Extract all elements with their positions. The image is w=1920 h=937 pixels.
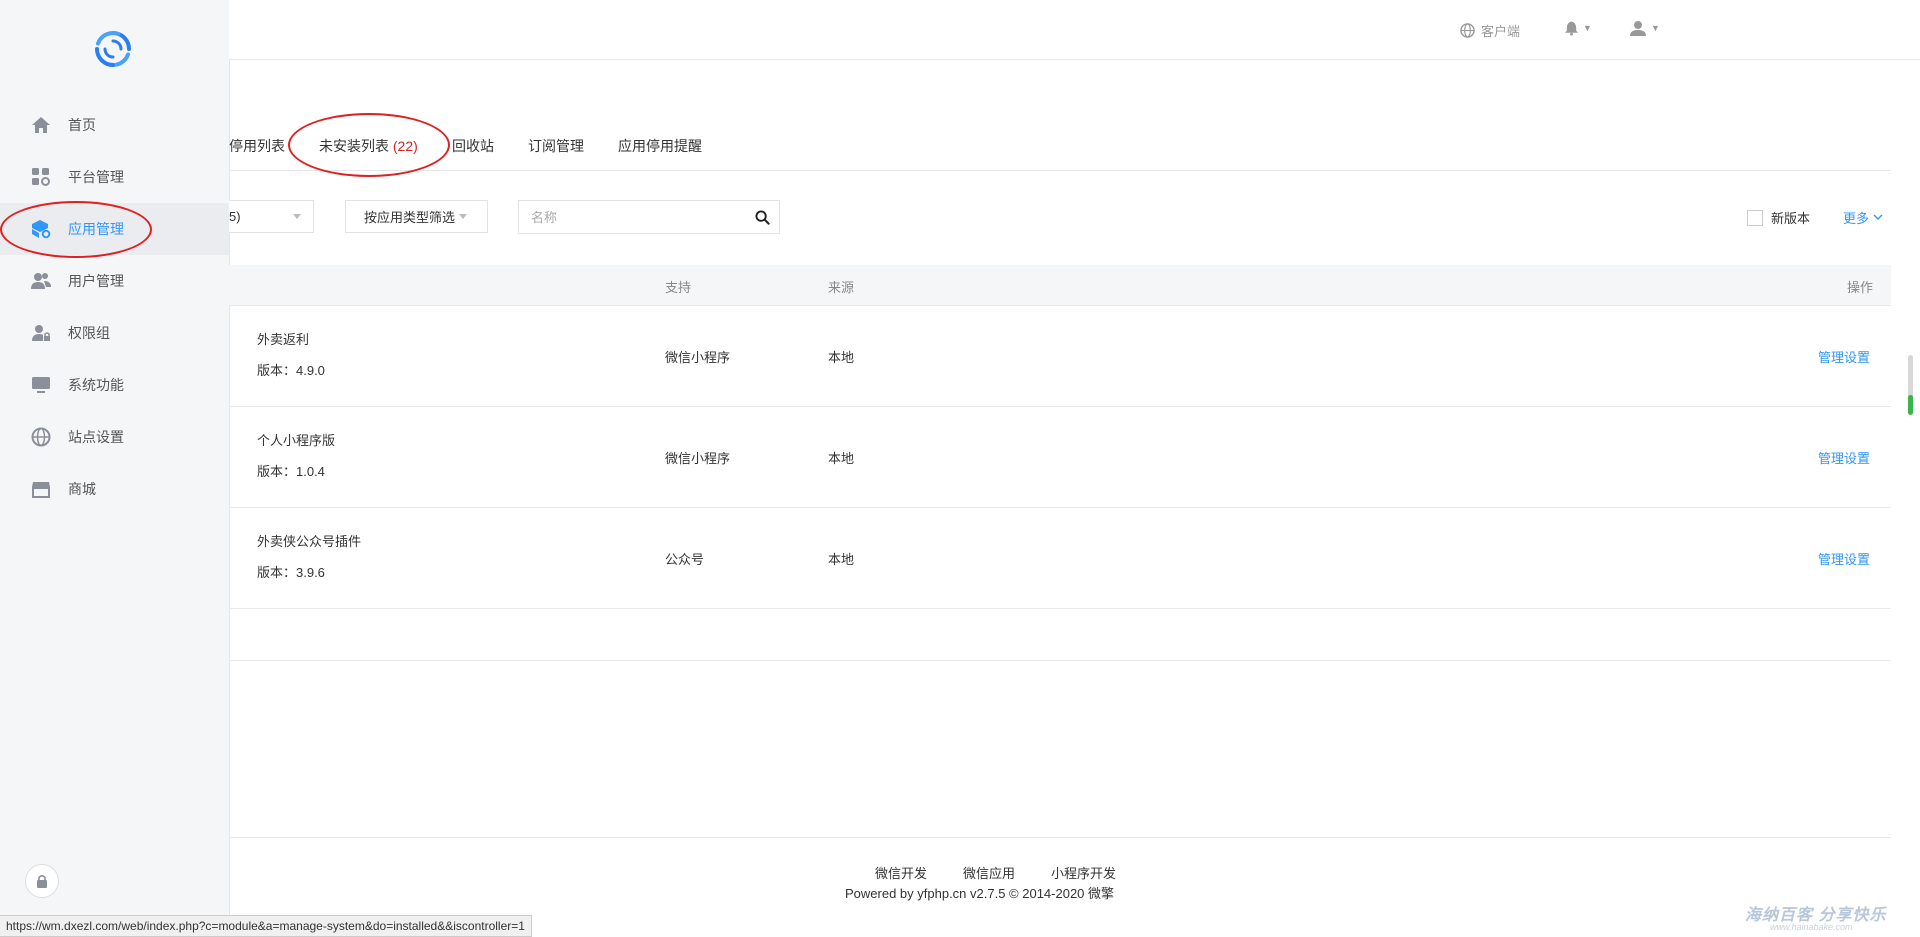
client-link[interactable]: 客户端	[1460, 20, 1520, 40]
top-bar	[229, 0, 1920, 60]
chevron-down-icon	[1873, 214, 1883, 220]
cube-settings-icon	[30, 218, 52, 240]
footer-link-wechat-apps[interactable]: 微信应用	[963, 863, 1015, 882]
table-header: 支持 来源 操作	[229, 265, 1891, 306]
notifications-button[interactable]: ▼	[1564, 20, 1592, 36]
sidebar-item-label: 应用管理	[68, 221, 124, 237]
monitor-icon	[30, 374, 52, 396]
page-scrollbar-thumb[interactable]	[1908, 395, 1913, 415]
sidebar-item-site-settings[interactable]: 站点设置	[0, 411, 229, 463]
module-source: 本地	[828, 350, 855, 365]
sidebar-item-system[interactable]: 系统功能	[0, 359, 229, 411]
uninstalled-count-badge: (22)	[392, 138, 418, 154]
user-menu-button[interactable]: ▼	[1629, 19, 1660, 37]
sidebar-item-label: 商城	[68, 481, 96, 497]
search-icon[interactable]	[745, 201, 779, 233]
sidebar-item-label: 首页	[68, 117, 96, 133]
sidebar-item-label: 用户管理	[68, 273, 124, 289]
avatar-icon	[1630, 21, 1646, 36]
tab-subscription-management[interactable]: 订阅管理	[528, 136, 584, 156]
new-version-label: 新版本	[1771, 211, 1811, 226]
tab-stop-alert[interactable]: 应用停用提醒	[618, 136, 702, 156]
caret-down-icon	[459, 214, 468, 219]
table-row: 外卖返利 版本：4.9.0 微信小程序 本地 管理设置	[229, 306, 1891, 407]
more-link[interactable]: 更多	[1843, 208, 1883, 227]
module-name: 外卖返利	[257, 332, 310, 347]
table-row: 个人小程序版 版本：1.0.4 微信小程序 本地 管理设置	[229, 407, 1891, 508]
search-box	[518, 200, 780, 234]
type-filter-label: 按应用类型筛选	[364, 210, 456, 225]
module-source: 本地	[828, 451, 855, 466]
module-name: 个人小程序版	[257, 433, 336, 448]
sidebar-item-store[interactable]: 商城	[0, 463, 229, 515]
module-tabs: 停用列表 未安装列表 (22) 回收站 订阅管理 应用停用提醒	[229, 124, 1891, 171]
sidebar-item-home[interactable]: 首页	[0, 99, 229, 151]
sidebar-item-label: 系统功能	[68, 377, 124, 393]
sidebar-item-users[interactable]: 用户管理	[0, 255, 229, 307]
tab-uninstalled-list[interactable]: 未安装列表 (22)	[319, 136, 418, 156]
module-name: 外卖侠公众号插件	[257, 534, 362, 549]
status-filter-value: 5)	[229, 209, 241, 224]
sidebar-menu: 首页 平台管理 应用管理 用户管理 权限组 系统功能 站点设置 商城	[0, 99, 229, 515]
module-version: 版本：1.0.4	[257, 464, 325, 479]
table-row: 外卖侠公众号插件 版本：3.9.6 公众号 本地 管理设置	[229, 508, 1891, 609]
module-support: 微信小程序	[665, 350, 731, 365]
module-source: 本地	[828, 552, 855, 567]
caret-down-icon	[293, 214, 301, 219]
more-label: 更多	[1843, 211, 1870, 226]
client-label: 客户端	[1481, 23, 1521, 39]
sidebar-item-label: 权限组	[68, 325, 110, 341]
column-header-support: 支持	[665, 280, 692, 295]
column-header-action: 操作	[1847, 280, 1874, 295]
footer-link-miniprogram-dev[interactable]: 小程序开发	[1051, 863, 1116, 882]
grid-settings-icon	[30, 166, 52, 188]
tab-stopped-list[interactable]: 停用列表	[229, 136, 285, 156]
browser-status-url: https://wm.dxezl.com/web/index.php?c=mod…	[0, 915, 532, 937]
footer-powered-by: Powered by yfphp.cn v2.7.5 © 2014-2020 微…	[845, 886, 1115, 901]
users-icon	[30, 270, 52, 292]
app-logo[interactable]	[93, 29, 133, 69]
sidebar-item-label: 平台管理	[68, 169, 124, 185]
tab-recycle-bin[interactable]: 回收站	[452, 136, 494, 156]
footer-divider	[229, 837, 1891, 838]
status-filter-select[interactable]: 5)	[229, 200, 314, 233]
sidebar: 首页 平台管理 应用管理 用户管理 权限组 系统功能 站点设置 商城	[0, 0, 230, 937]
manage-settings-link[interactable]: 管理设置	[1818, 549, 1870, 568]
module-version: 版本：4.9.0	[257, 363, 325, 378]
sidebar-item-permissions[interactable]: 权限组	[0, 307, 229, 359]
footer-link-wechat-dev[interactable]: 微信开发	[875, 863, 927, 882]
module-version: 版本：3.9.6	[257, 565, 325, 580]
lock-button[interactable]	[25, 864, 59, 898]
manage-settings-link[interactable]: 管理设置	[1818, 448, 1870, 467]
lock-icon	[37, 874, 47, 888]
chevron-down-icon: ▼	[1583, 23, 1592, 33]
bell-icon	[1564, 21, 1579, 36]
footer-links: 微信开发 微信应用 小程序开发	[875, 863, 1116, 882]
type-filter-select[interactable]: 按应用类型筛选	[345, 200, 488, 233]
module-support: 公众号	[665, 552, 705, 567]
home-icon	[30, 114, 52, 136]
sidebar-item-platform[interactable]: 平台管理	[0, 151, 229, 203]
new-version-filter: 新版本	[1747, 208, 1810, 227]
tab-uninstalled-label: 未安装列表	[319, 138, 389, 154]
table-bottom-border	[229, 660, 1891, 661]
search-input[interactable]	[519, 201, 745, 233]
watermark-url: www.hainabake.com	[1770, 922, 1853, 932]
sidebar-item-label: 站点设置	[68, 429, 124, 445]
globe-icon	[1460, 22, 1475, 38]
globe-icon	[30, 426, 52, 448]
store-icon	[30, 478, 52, 500]
new-version-checkbox[interactable]	[1747, 209, 1763, 226]
module-support: 微信小程序	[665, 451, 731, 466]
user-lock-icon	[30, 322, 52, 344]
column-header-source: 来源	[828, 280, 855, 295]
chevron-down-icon: ▼	[1651, 23, 1660, 33]
manage-settings-link[interactable]: 管理设置	[1818, 347, 1870, 366]
sidebar-item-apps[interactable]: 应用管理	[0, 203, 229, 255]
